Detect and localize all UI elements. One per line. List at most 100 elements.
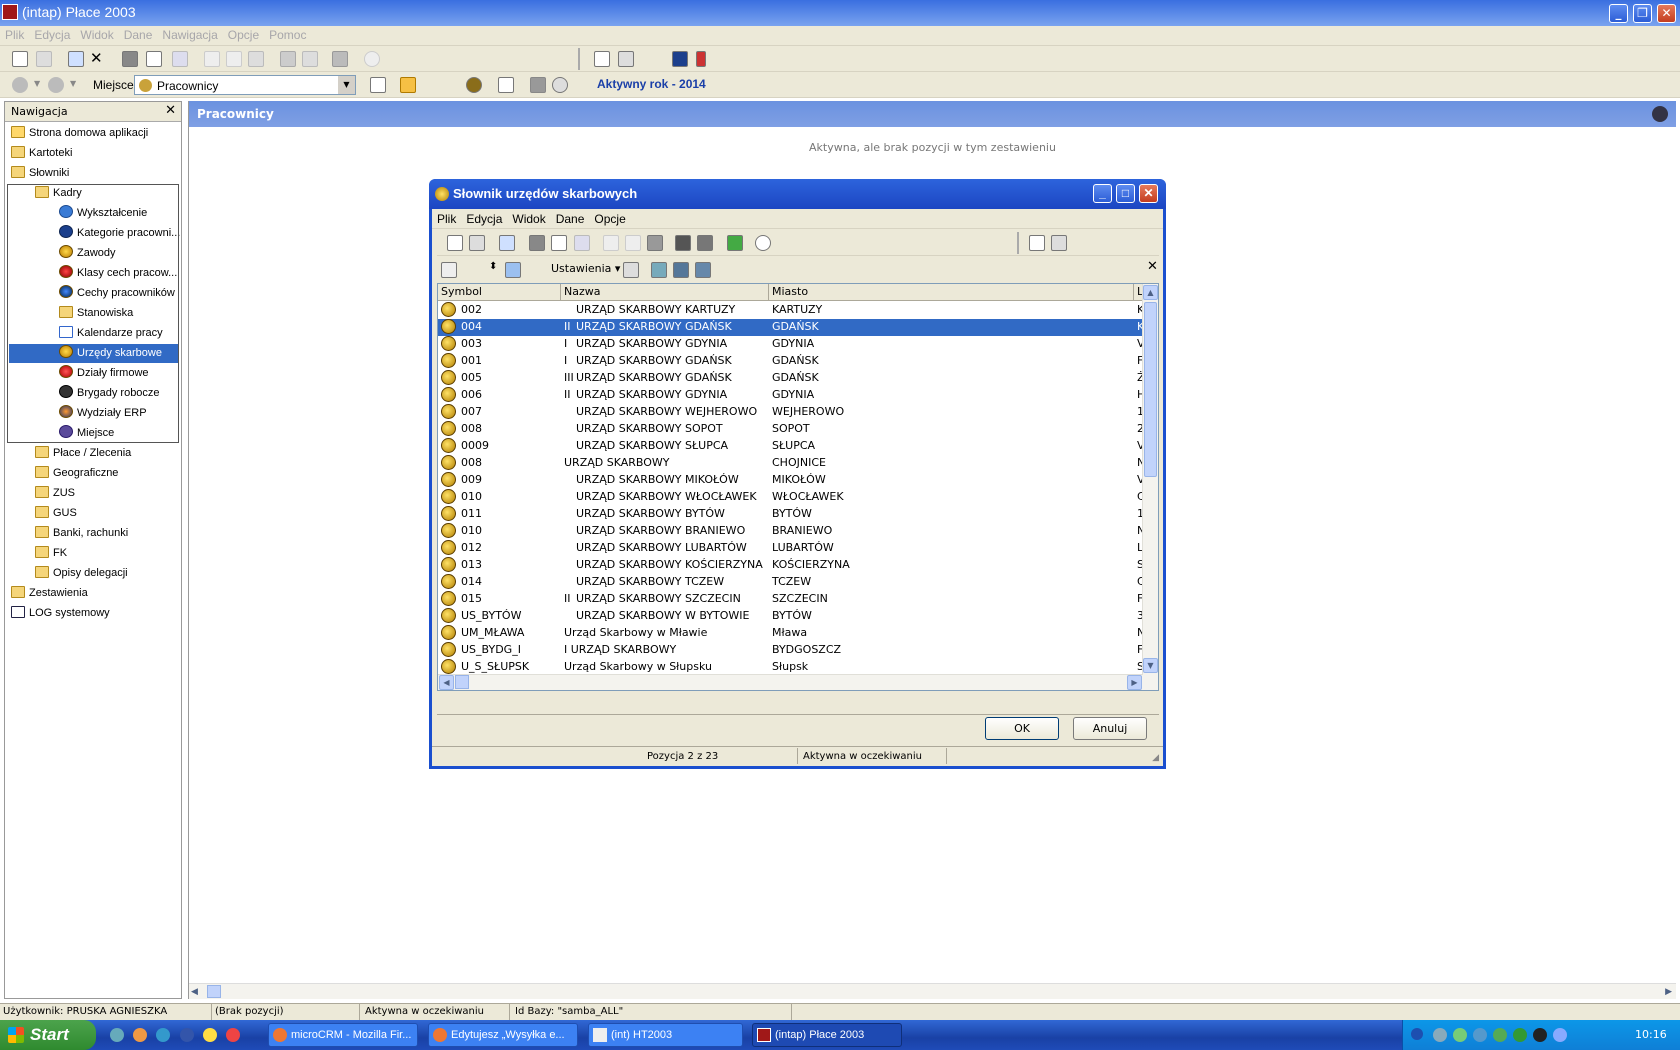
task-microcrm[interactable]: microCRM - Mozilla Fir... [268, 1023, 418, 1047]
user-icon[interactable] [1652, 106, 1668, 122]
menu-dane[interactable]: Dane [119, 26, 158, 44]
menu-nawigacja[interactable]: Nawigacja [157, 26, 222, 44]
properties-icon[interactable] [469, 235, 485, 251]
paste-icon[interactable] [248, 51, 264, 67]
table-row[interactable]: 001 I URZĄD SKARBOWY GDAŃSK GDAŃSK F [438, 353, 1143, 370]
nav-item-place-zlecenia[interactable]: Płace / Zlecenia [35, 444, 131, 463]
nav-item-gus[interactable]: GUS [35, 504, 77, 523]
scroll-right-icon[interactable]: ▶ [1127, 675, 1142, 690]
menu-plik[interactable]: Plik [0, 26, 29, 44]
paste-icon[interactable] [647, 235, 663, 251]
nav-item-geograficzne[interactable]: Geograficzne [35, 464, 118, 483]
menu-widok[interactable]: Widok [75, 26, 118, 44]
scroll-thumb[interactable] [207, 985, 221, 998]
table-row[interactable]: 0009URZĄD SKARBOWY SŁUPCASŁUPCAV [438, 438, 1143, 455]
chrome-icon[interactable] [226, 1028, 240, 1042]
config-icon[interactable] [623, 262, 639, 278]
dialog-menu-opcje[interactable]: Opcje [589, 209, 630, 229]
nav-item-kartoteki[interactable]: Kartoteki [11, 144, 72, 163]
cut-icon[interactable] [625, 235, 641, 251]
table-row[interactable]: 013 URZĄD SKARBOWY KOŚCIERZYNA KOŚCIERZYNA… [438, 557, 1143, 574]
forward-dropdown-icon[interactable]: ▼ [70, 79, 76, 88]
book-icon[interactable] [672, 51, 688, 67]
task-place2003[interactable]: (intap) Płace 2003 [752, 1023, 902, 1047]
menu-pomoc[interactable]: Pomoc [264, 26, 311, 44]
tree-icon[interactable] [1029, 235, 1045, 251]
table-row[interactable]: 015 II URZĄD SKARBOWY SZCZECIN SZCZECIN F [438, 591, 1143, 608]
print-preview-icon[interactable] [551, 235, 567, 251]
link-icon[interactable] [552, 77, 568, 93]
table-row[interactable]: 009URZĄD SKARBOWY MIKOŁÓWMIKOŁÓWV [438, 472, 1143, 489]
table-icon[interactable] [505, 262, 521, 278]
table-hscroll[interactable]: ◀ ▶ [438, 674, 1143, 690]
mail-icon[interactable] [574, 235, 590, 251]
copy-icon[interactable] [204, 51, 220, 67]
table-row[interactable]: US_BYDG_I I URZĄD SKARBOWY BYDGOSZCZ F [438, 642, 1143, 659]
col-symbol[interactable]: Symbol [438, 284, 561, 301]
scroll-left-icon[interactable]: ◀ [439, 675, 454, 690]
scroll-left-icon[interactable]: ◀ [191, 987, 198, 997]
table-row[interactable]: 010URZĄD SKARBOWY WŁOCŁAWEKWŁOCŁAWEKC [438, 489, 1143, 506]
filter-icon[interactable] [441, 262, 457, 278]
refresh-icon[interactable] [727, 235, 743, 251]
app-icon[interactable] [2, 4, 18, 20]
nav-item-zestawienia[interactable]: Zestawienia [11, 584, 88, 603]
table-row[interactable]: 007URZĄD SKARBOWY WEJHEROWOWEJHEROWO1 [438, 404, 1143, 421]
print-preview-icon[interactable] [146, 51, 162, 67]
home-icon[interactable] [400, 77, 416, 93]
columns-icon[interactable] [618, 51, 634, 67]
tray-icon[interactable] [1513, 1028, 1527, 1042]
people-group-icon[interactable] [466, 77, 482, 93]
dialog-close-button[interactable]: ✕ [1139, 184, 1158, 203]
nav-item-fk[interactable]: FK [35, 544, 67, 563]
nav-item-zus[interactable]: ZUS [35, 484, 75, 503]
new-icon[interactable] [447, 235, 463, 251]
close-button[interactable]: ✕ [1657, 4, 1676, 23]
task-ht2003[interactable]: (int) HT2003 [588, 1023, 743, 1047]
chevron-down-icon[interactable]: ▼ [338, 76, 355, 94]
help-icon[interactable] [498, 77, 514, 93]
nav-item-slowniki[interactable]: Słowniki [11, 164, 69, 183]
quicklaunch-icon[interactable] [110, 1028, 124, 1042]
edit-icon[interactable] [499, 235, 515, 251]
settings-dropdown[interactable]: Ustawienia ▾ [551, 262, 620, 275]
dialog-menu-plik[interactable]: Plik [432, 209, 461, 229]
find-next-icon[interactable] [302, 51, 318, 67]
export-icon[interactable] [651, 262, 667, 278]
find-next-icon[interactable] [697, 235, 713, 251]
place-select[interactable]: Pracownicy ▼ [134, 75, 356, 95]
chrome-icon[interactable] [203, 1028, 217, 1042]
task-edytujesz[interactable]: Edytujesz „Wysyłka e... [428, 1023, 578, 1047]
new-icon[interactable] [12, 51, 28, 67]
nav-close-icon[interactable]: ✕ [165, 103, 176, 118]
resize-grip-icon[interactable]: ◢ [1152, 753, 1159, 763]
table-row[interactable]: 010URZĄD SKARBOWY BRANIEWOBRANIEWON [438, 523, 1143, 540]
panel-close-icon[interactable]: ✕ [1147, 259, 1158, 274]
import-icon[interactable] [673, 262, 689, 278]
table-row[interactable]: 004IIURZĄD SKARBOWY GDAŃSKGDAŃSKK [438, 319, 1143, 336]
nav-item-log[interactable]: LOG systemowy [11, 604, 110, 623]
network-icon[interactable] [1433, 1028, 1447, 1042]
scroll-down-icon[interactable]: ▼ [1143, 658, 1158, 673]
print-icon[interactable] [529, 235, 545, 251]
mail-icon[interactable] [172, 51, 188, 67]
scroll-right-icon[interactable]: ▶ [1665, 987, 1672, 997]
col-nazwa[interactable]: Nazwa [561, 284, 769, 301]
delete-icon[interactable]: ✕ [90, 49, 103, 67]
dialog-minimize-button[interactable]: _ [1093, 184, 1112, 203]
table-row[interactable]: 002URZĄD SKARBOWY KARTUZYKARTUZYK [438, 302, 1143, 319]
nav-item-opisy-delegacji[interactable]: Opisy delegacji [35, 564, 128, 583]
layers-icon[interactable] [530, 77, 546, 93]
table-row[interactable]: 014URZĄD SKARBOWY TCZEWTCZEWC [438, 574, 1143, 591]
table-row[interactable]: 011URZĄD SKARBOWY BYTÓWBYTÓW1 [438, 506, 1143, 523]
tray-icon[interactable] [1453, 1028, 1467, 1042]
scroll-up-icon[interactable]: ▲ [1143, 285, 1158, 300]
table-row[interactable]: 008URZĄD SKARBOWYCHOJNICEN [438, 455, 1143, 472]
minimize-button[interactable]: _ [1609, 4, 1628, 23]
schema-icon[interactable] [695, 262, 711, 278]
table-row[interactable]: 006IIURZĄD SKARBOWY GDYNIAGDYNIAH [438, 387, 1143, 404]
tray-icon[interactable] [1533, 1028, 1547, 1042]
table-row[interactable]: 008URZĄD SKARBOWY SOPOTSOPOT2 [438, 421, 1143, 438]
tray-expand-icon[interactable] [1411, 1028, 1423, 1040]
cancel-button[interactable]: Anuluj [1073, 717, 1147, 740]
